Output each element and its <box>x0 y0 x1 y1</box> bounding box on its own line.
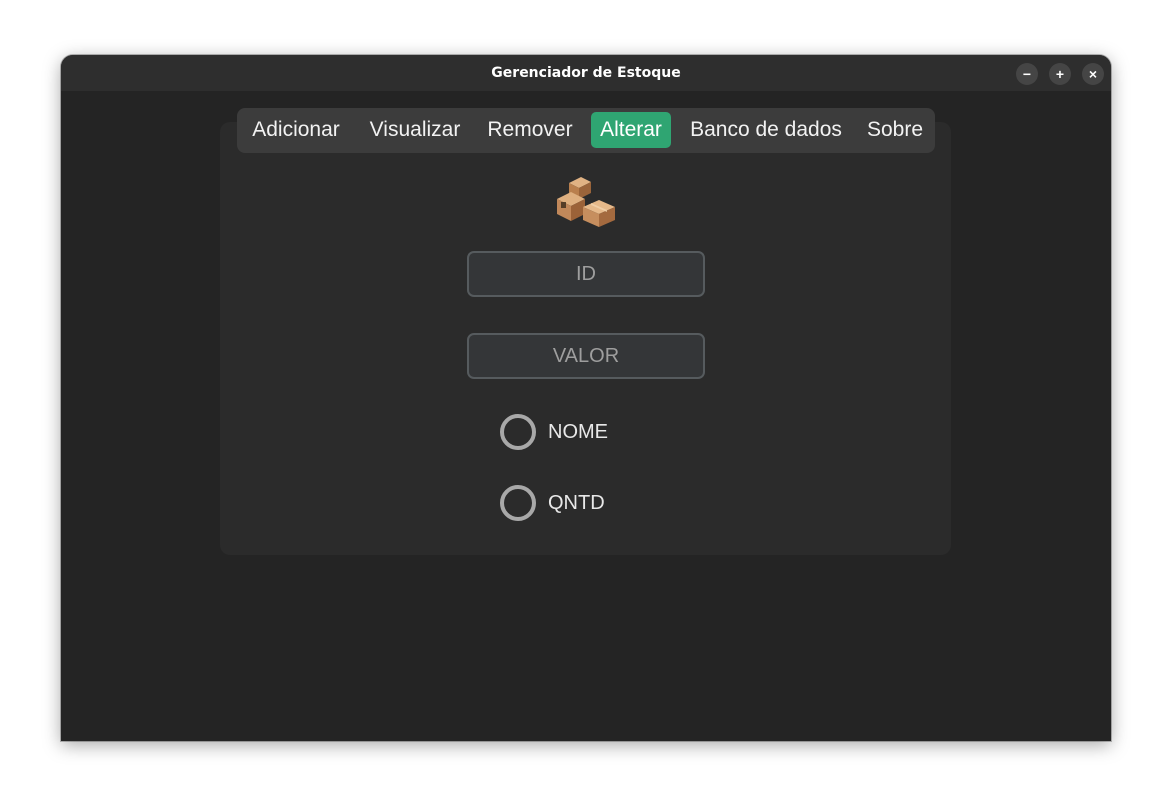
tab-adicionar[interactable]: Adicionar <box>242 112 350 148</box>
minimize-button[interactable]: − <box>1016 63 1038 85</box>
tab-visualizar[interactable]: Visualizar <box>360 112 470 148</box>
radio-circle-icon[interactable] <box>500 414 536 450</box>
radio-circle-icon[interactable] <box>500 485 536 521</box>
maximize-button[interactable]: + <box>1049 63 1071 85</box>
tab-bar: Adicionar Visualizar Remover Alterar Ban… <box>237 108 935 153</box>
window-title: Gerenciador de Estoque <box>491 65 681 81</box>
radio-nome-label: NOME <box>548 421 608 443</box>
app-window: Gerenciador de Estoque − + × Adicionar V… <box>61 55 1111 741</box>
tab-remover[interactable]: Remover <box>480 112 580 148</box>
title-bar[interactable]: Gerenciador de Estoque − + × <box>61 55 1111 91</box>
close-button[interactable]: × <box>1082 63 1104 85</box>
tab-banco-de-dados[interactable]: Banco de dados <box>681 112 851 148</box>
id-input[interactable]: ID <box>467 251 705 297</box>
valor-input[interactable]: VALOR <box>467 333 705 379</box>
tab-sobre[interactable]: Sobre <box>860 112 930 148</box>
package-boxes-icon <box>557 177 615 227</box>
tab-alterar[interactable]: Alterar <box>591 112 671 148</box>
radio-qntd-label: QNTD <box>548 492 605 514</box>
